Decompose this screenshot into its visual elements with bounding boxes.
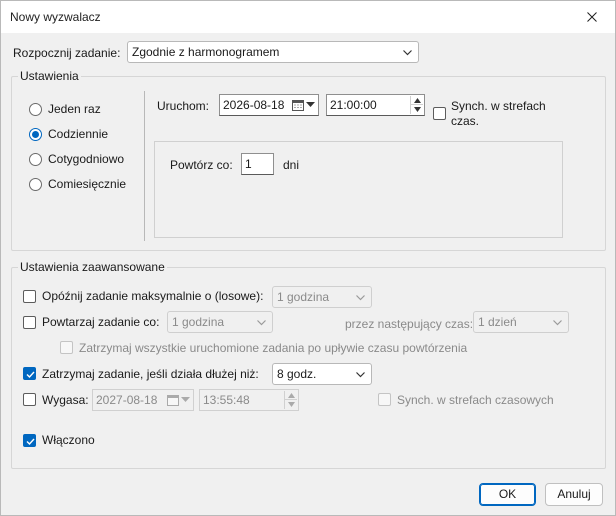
expire-label: Wygasa: xyxy=(42,393,89,407)
radio-monthly-label: Comiesięcznie xyxy=(48,177,127,191)
spin-up-button[interactable] xyxy=(285,391,297,400)
enabled-checkbox[interactable] xyxy=(23,434,36,447)
arrow-up-icon xyxy=(288,393,295,398)
expire-time-value: 13:55:48 xyxy=(203,393,250,407)
delay-checkbox[interactable] xyxy=(23,290,36,303)
begin-task-value: Zgodnie z harmonogramem xyxy=(132,45,280,59)
enabled-label: Włączono xyxy=(42,433,95,447)
stop-running-tasks-checkbox[interactable] xyxy=(60,341,73,354)
calendar-icon xyxy=(292,100,304,111)
start-date-value: 2026-08-18 xyxy=(223,98,285,112)
expire-time-spinner[interactable] xyxy=(284,391,297,409)
advanced-settings-title: Ustawienia zaawansowane xyxy=(18,260,167,274)
repeat-every-panel xyxy=(154,141,563,238)
checkmark-icon xyxy=(26,371,35,379)
repeat-duration-label: przez następujący czas: xyxy=(345,317,474,331)
delay-value: 1 godzina xyxy=(277,290,330,304)
repeat-duration-value: 1 dzień xyxy=(478,315,517,329)
settings-group-title: Ustawienia xyxy=(18,69,81,83)
radio-monthly[interactable] xyxy=(29,178,42,191)
repeat-every-unit: dni xyxy=(283,158,300,172)
dropdown-arrow-icon xyxy=(181,397,190,402)
repeat-every-label: Powtórz co: xyxy=(170,158,233,172)
start-time-spinner[interactable] xyxy=(410,96,423,114)
ok-button[interactable]: OK xyxy=(479,483,536,506)
radio-weekly-label: Cotygodniowo xyxy=(48,152,125,166)
window-title: Nowy wyzwalacz xyxy=(10,10,101,24)
repeat-duration-select[interactable]: 1 dzień xyxy=(473,311,569,333)
stop-if-longer-label: Zatrzymaj zadanie, jeśli działa dłużej n… xyxy=(42,367,259,381)
expire-sync-label: Synch. w strefach czasowych xyxy=(397,393,554,407)
begin-task-label: Rozpocznij zadanie: xyxy=(13,46,121,60)
new-trigger-dialog: Nowy wyzwalacz Rozpocznij zadanie: Zgodn… xyxy=(0,0,616,516)
dropdown-arrow-icon xyxy=(306,102,315,107)
title-bar: Nowy wyzwalacz xyxy=(1,1,615,33)
spin-down-button[interactable] xyxy=(285,400,297,409)
close-button[interactable] xyxy=(569,1,615,33)
stop-if-longer-select[interactable]: 8 godz. xyxy=(272,363,372,385)
repeat-task-checkbox[interactable] xyxy=(23,316,36,329)
radio-daily[interactable] xyxy=(29,128,42,141)
close-icon xyxy=(587,12,597,22)
repeat-every-input[interactable]: 1 xyxy=(241,153,274,175)
checkmark-icon xyxy=(26,438,35,446)
cancel-button[interactable]: Anuluj xyxy=(545,483,603,506)
radio-weekly[interactable] xyxy=(29,153,42,166)
chevron-down-icon xyxy=(356,372,365,378)
sync-timezones-checkbox[interactable] xyxy=(433,107,446,120)
stop-running-tasks-label: Zatrzymaj wszystkie uruchomione zadania … xyxy=(79,341,468,355)
start-time-value: 21:00:00 xyxy=(330,98,377,112)
start-label: Uruchom: xyxy=(157,99,210,113)
radio-once[interactable] xyxy=(29,103,42,116)
expire-sync-checkbox[interactable] xyxy=(378,393,391,406)
chevron-down-icon xyxy=(356,295,365,301)
expire-date-value: 2027-08-18 xyxy=(96,393,158,407)
repeat-task-value: 1 godzina xyxy=(172,315,225,329)
expire-time-input[interactable]: 13:55:48 xyxy=(199,389,299,411)
repeat-every-value: 1 xyxy=(245,157,252,171)
delay-select[interactable]: 1 godzina xyxy=(272,286,372,308)
repeat-task-label: Powtarzaj zadanie co: xyxy=(42,315,160,329)
spin-down-button[interactable] xyxy=(411,105,423,114)
delay-label: Opóźnij zadanie maksymalnie o (losowe): xyxy=(42,289,264,303)
repeat-task-select[interactable]: 1 godzina xyxy=(167,311,273,333)
stop-if-longer-checkbox[interactable] xyxy=(23,367,36,380)
begin-task-select[interactable]: Zgodnie z harmonogramem xyxy=(127,41,419,63)
radio-daily-label: Codziennie xyxy=(48,127,109,141)
settings-divider xyxy=(144,91,145,241)
chevron-down-icon xyxy=(403,50,412,56)
start-time-input[interactable]: 21:00:00 xyxy=(326,94,425,116)
sync-timezones-label-line2: czas. xyxy=(451,114,480,128)
stop-if-longer-value: 8 godz. xyxy=(277,367,317,381)
start-date-picker[interactable]: 2026-08-18 xyxy=(219,94,319,116)
expire-date-picker[interactable]: 2027-08-18 xyxy=(92,389,194,411)
arrow-up-icon xyxy=(414,98,421,103)
chevron-down-icon xyxy=(257,320,266,326)
sync-timezones-label-line1: Synch. w strefach xyxy=(451,99,546,113)
chevron-down-icon xyxy=(553,320,562,326)
expire-checkbox[interactable] xyxy=(23,393,36,406)
calendar-icon xyxy=(167,395,179,406)
arrow-down-icon xyxy=(414,107,421,112)
spin-up-button[interactable] xyxy=(411,96,423,105)
radio-once-label: Jeden raz xyxy=(48,102,101,116)
arrow-down-icon xyxy=(288,402,295,407)
